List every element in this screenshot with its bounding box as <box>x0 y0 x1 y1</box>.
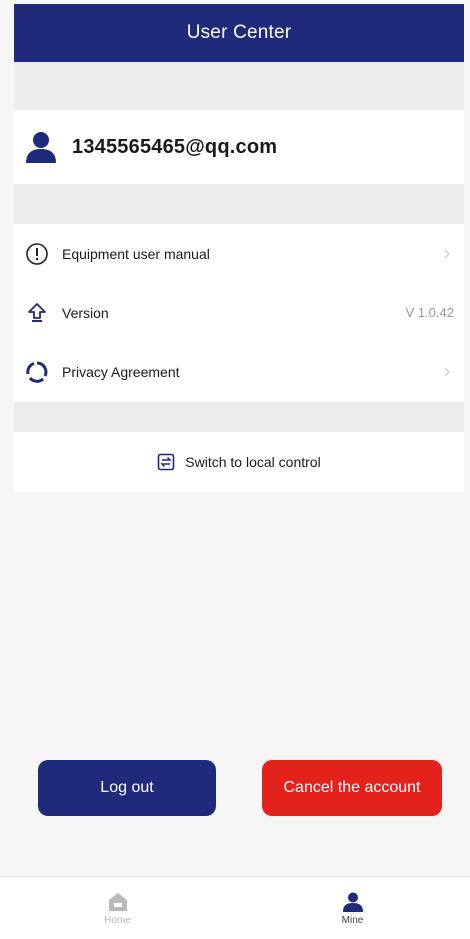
version-value: V 1.0.42 <box>405 305 454 320</box>
user-profile-card[interactable]: 1345565465@qq.com <box>14 110 464 184</box>
switch-label: Switch to local control <box>185 454 321 470</box>
spacer-band <box>14 184 464 224</box>
menu-item-label: Version <box>62 304 109 321</box>
chevron-right-icon <box>444 249 450 258</box>
user-email: 1345565465@qq.com <box>72 135 278 158</box>
switch-icon <box>157 453 175 471</box>
app-header: User Center <box>14 4 464 62</box>
upload-arrow-icon <box>22 299 52 327</box>
tab-label: Home <box>104 914 131 926</box>
menu-item-privacy-agreement[interactable]: Privacy Agreement <box>14 342 464 401</box>
menu-item-equipment-manual[interactable]: Equipment user manual <box>14 224 464 283</box>
cancel-account-label: Cancel the account <box>283 779 421 796</box>
user-icon <box>26 132 56 163</box>
menu-item-label: Privacy Agreement <box>62 363 180 380</box>
logout-label: Log out <box>100 779 154 796</box>
info-circle-icon <box>22 240 52 268</box>
menu-item-label: Equipment user manual <box>62 245 210 262</box>
switch-local-control-button[interactable]: Switch to local control <box>14 432 464 492</box>
chevron-right-icon <box>444 367 450 376</box>
user-icon <box>342 892 363 912</box>
settings-menu: Equipment user manual Version V 1.0.42 P… <box>14 224 464 402</box>
tab-home[interactable]: Home <box>0 877 235 939</box>
tab-mine[interactable]: Mine <box>235 877 470 939</box>
tab-label: Mine <box>341 914 364 926</box>
spacer-band <box>14 62 464 110</box>
menu-item-version[interactable]: Version V 1.0.42 <box>14 283 464 342</box>
bottom-tab-bar: Home Mine <box>0 876 470 939</box>
cancel-account-button[interactable]: Cancel the account <box>262 760 442 816</box>
spacer-band <box>14 402 464 432</box>
home-icon <box>108 892 127 911</box>
logout-button[interactable]: Log out <box>38 760 216 816</box>
screen: User Center 1345565465@qq.com Equipment … <box>0 0 470 939</box>
page-title: User Center <box>186 22 292 43</box>
privacy-cycle-icon <box>22 358 52 386</box>
